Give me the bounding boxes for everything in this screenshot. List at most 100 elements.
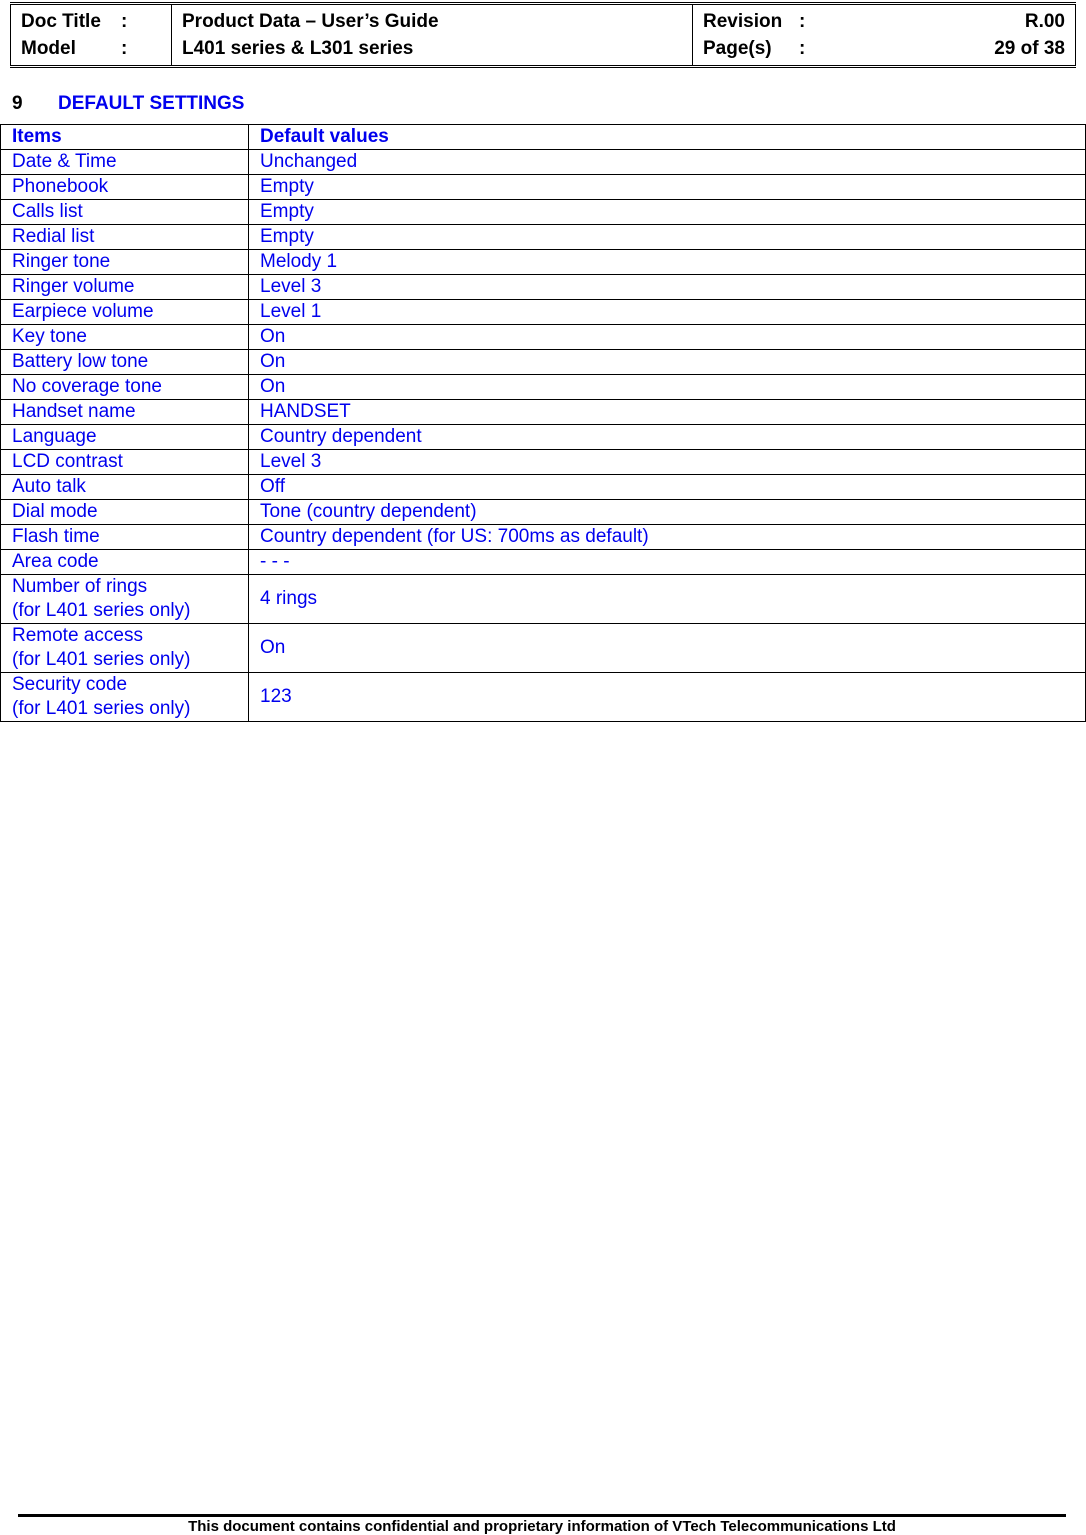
section-title: DEFAULT SETTINGS <box>58 93 245 114</box>
setting-default-value: Level 1 <box>248 299 1086 325</box>
setting-item: Security code (for L401 series only) <box>0 672 249 722</box>
setting-default-value: On <box>248 374 1086 400</box>
setting-item-label: Security code <box>12 674 128 695</box>
setting-default-value: On <box>248 324 1086 350</box>
setting-item-label: Key tone <box>12 326 87 347</box>
setting-default-value: Unchanged <box>248 149 1086 175</box>
table-row: Language Country dependent <box>0 424 1086 450</box>
setting-default-value: HANDSET <box>248 399 1086 425</box>
setting-item-label: LCD contrast <box>12 451 123 472</box>
table-row: Ringer tone Melody 1 <box>0 249 1086 275</box>
setting-item-note: (for L401 series only) <box>12 649 191 670</box>
setting-item-label: Dial mode <box>12 501 98 522</box>
table-row: Auto talk Off <box>0 474 1086 500</box>
setting-default-value: Empty <box>248 174 1086 200</box>
setting-item: Calls list <box>0 199 249 225</box>
setting-default-value: Empty <box>248 199 1086 225</box>
setting-default-value: 4 rings <box>248 574 1086 624</box>
table-row: Flash time Country dependent (for US: 700… <box>0 524 1086 550</box>
section-number: 9 <box>12 93 23 114</box>
setting-default-value: Melody 1 <box>248 249 1086 275</box>
setting-default-value: Empty <box>248 224 1086 250</box>
setting-item-label: Earpiece volume <box>12 301 154 322</box>
model: L401 series & L301 series <box>182 38 414 59</box>
setting-default-value: Country dependent (for US: 700ms as defa… <box>248 524 1086 550</box>
setting-default-value: Level 3 <box>248 274 1086 300</box>
setting-item: Language <box>0 424 249 450</box>
table-row: Date & Time Unchanged <box>0 149 1086 175</box>
table-row: No coverage tone On <box>0 374 1086 400</box>
setting-default-value: Country dependent <box>248 424 1086 450</box>
setting-item: Ringer tone <box>0 249 249 275</box>
setting-item-label: Redial list <box>12 226 95 247</box>
colon: : <box>121 38 128 59</box>
setting-default-value: Off <box>248 474 1086 500</box>
default-settings-table: Items Default values Date & Time Unchange… <box>0 124 1086 722</box>
setting-item-label: No coverage tone <box>12 376 162 397</box>
setting-item: Earpiece volume <box>0 299 249 325</box>
setting-item: LCD contrast <box>0 449 249 475</box>
setting-item-label: Handset name <box>12 401 136 422</box>
setting-default-value: On <box>248 349 1086 375</box>
setting-item-label: Auto talk <box>12 476 86 497</box>
column-header-default-values: Default values <box>248 124 1086 150</box>
table-row: Dial mode Tone (country dependent) <box>0 499 1086 525</box>
header-labels: Doc Title: Model: <box>10 5 172 65</box>
setting-default-value: Level 3 <box>248 449 1086 475</box>
document-header: Doc Title: Model: Product Data – User’s … <box>10 2 1076 68</box>
setting-item: Area code <box>0 549 249 575</box>
setting-item-note: (for L401 series only) <box>12 698 191 719</box>
setting-item: Date & Time <box>0 149 249 175</box>
setting-item-label: Language <box>12 426 97 447</box>
setting-item: Ringer volume <box>0 274 249 300</box>
setting-item: Phonebook <box>0 174 249 200</box>
setting-item-label: Ringer tone <box>12 251 111 272</box>
table-row: Battery low tone On <box>0 349 1086 375</box>
setting-item: Battery low tone <box>0 349 249 375</box>
setting-item-label: Phonebook <box>12 176 109 197</box>
setting-item: No coverage tone <box>0 374 249 400</box>
setting-item-label: Battery low tone <box>12 351 149 372</box>
setting-item: Remote access (for L401 series only) <box>0 623 249 673</box>
setting-item-label: Calls list <box>12 201 83 222</box>
table-row: Earpiece volume Level 1 <box>0 299 1086 325</box>
setting-item: Redial list <box>0 224 249 250</box>
header-revision: Revision: R.00 Page(s): 29 of 38 <box>692 5 1076 65</box>
table-row: Area code - - - <box>0 549 1086 575</box>
setting-item-label: Area code <box>12 551 99 572</box>
table-row: Redial list Empty <box>0 224 1086 250</box>
setting-item: Key tone <box>0 324 249 350</box>
table-row: Number of rings (for L401 series only) 4 r… <box>0 574 1086 624</box>
doc-title: Product Data – User’s Guide <box>182 11 439 32</box>
setting-item-label: Number of rings <box>12 576 148 597</box>
setting-default-value: On <box>248 623 1086 673</box>
column-header-items: Items <box>0 124 249 150</box>
setting-default-value: - - - <box>248 549 1086 575</box>
setting-item-label: Ringer volume <box>12 276 135 297</box>
setting-item: Handset name <box>0 399 249 425</box>
setting-item: Dial mode <box>0 499 249 525</box>
table-header-row: Items Default values <box>0 124 1086 150</box>
table-row: Phonebook Empty <box>0 174 1086 200</box>
setting-item: Flash time <box>0 524 249 550</box>
setting-default-value: 123 <box>248 672 1086 722</box>
model-label: Model <box>21 38 76 59</box>
table-row: Remote access (for L401 series only) On <box>0 623 1086 673</box>
pages-value: 29 of 38 <box>994 38 1065 59</box>
table-row: Calls list Empty <box>0 199 1086 225</box>
section-heading: 9 DEFAULT SETTINGS <box>12 93 244 115</box>
revision-label: Revision <box>703 11 783 32</box>
revision-value: R.00 <box>1024 11 1065 32</box>
setting-item: Auto talk <box>0 474 249 500</box>
setting-item: Number of rings (for L401 series only) <box>0 574 249 624</box>
table-row: Ringer volume Level 3 <box>0 274 1086 300</box>
confidentiality-footer: This document contains confidential and … <box>18 1514 1066 1535</box>
table-row: Handset name HANDSET <box>0 399 1086 425</box>
table-row: LCD contrast Level 3 <box>0 449 1086 475</box>
table-row: Security code (for L401 series only) 123 <box>0 672 1086 722</box>
setting-item-label: Date & Time <box>12 151 117 172</box>
setting-item-label: Flash time <box>12 526 100 547</box>
setting-item-note: (for L401 series only) <box>12 600 191 621</box>
setting-default-value: Tone (country dependent) <box>248 499 1086 525</box>
doc-title-label: Doc Title <box>21 11 101 32</box>
